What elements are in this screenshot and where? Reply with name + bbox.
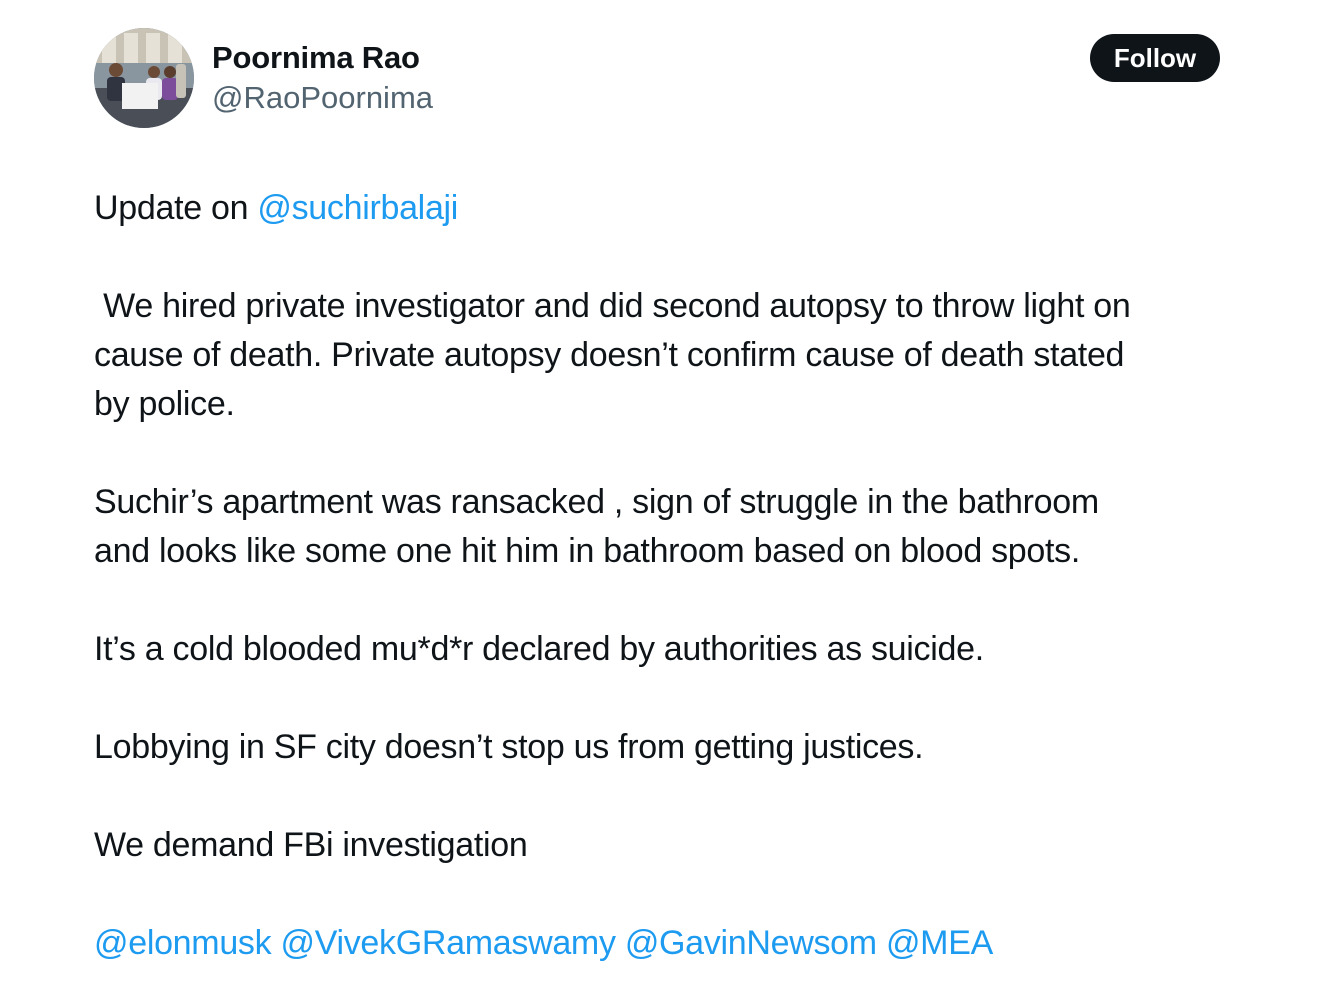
avatar[interactable] bbox=[94, 28, 194, 128]
author-info: Poornima Rao @RaoPoornima bbox=[212, 38, 433, 118]
text-line: and looks like some one hit him in bathr… bbox=[94, 532, 1080, 570]
handle[interactable]: @RaoPoornima bbox=[212, 78, 433, 118]
text-line: We hired private investigator and did se… bbox=[94, 287, 1131, 325]
text-line: cause of death. Private autopsy doesn’t … bbox=[94, 336, 1125, 374]
mention-gavinnewsom[interactable]: @GavinNewsom bbox=[625, 924, 877, 962]
tweet-card: Poornima Rao @RaoPoornima Follow Update … bbox=[0, 0, 1319, 1007]
tweet-paragraph-murder: It’s a cold blooded mu*d*r declared by a… bbox=[94, 630, 984, 668]
text-line: by police. bbox=[94, 385, 235, 423]
mention-mea[interactable]: @MEA bbox=[886, 924, 993, 962]
tweet-text: Update on @suchirbalaji We hired private… bbox=[94, 184, 1274, 968]
update-prefix: Update on bbox=[94, 189, 258, 227]
text-line: Suchir’s apartment was ransacked , sign … bbox=[94, 483, 1099, 521]
tweet-paragraph-apartment: Suchir’s apartment was ransacked , sign … bbox=[94, 478, 1274, 576]
tweet-paragraph-demand: We demand FBi investigation bbox=[94, 826, 528, 864]
tweet-paragraph-update: Update on @suchirbalaji bbox=[94, 184, 1274, 233]
avatar-photo bbox=[94, 28, 194, 128]
mention-elonmusk[interactable]: @elonmusk bbox=[94, 924, 272, 962]
tweet-mentions: @elonmusk @VivekGRamaswamy @GavinNewsom … bbox=[94, 919, 1274, 968]
mention-suchirbalaji[interactable]: @suchirbalaji bbox=[257, 189, 458, 227]
mention-vivekgramaswamy[interactable]: @VivekGRamaswamy bbox=[280, 924, 615, 962]
tweet-paragraph-autopsy: We hired private investigator and did se… bbox=[94, 282, 1274, 429]
tweet-paragraph-lobbying: Lobbying in SF city doesn’t stop us from… bbox=[94, 728, 924, 766]
display-name[interactable]: Poornima Rao bbox=[212, 38, 433, 78]
follow-button[interactable]: Follow bbox=[1090, 34, 1220, 82]
